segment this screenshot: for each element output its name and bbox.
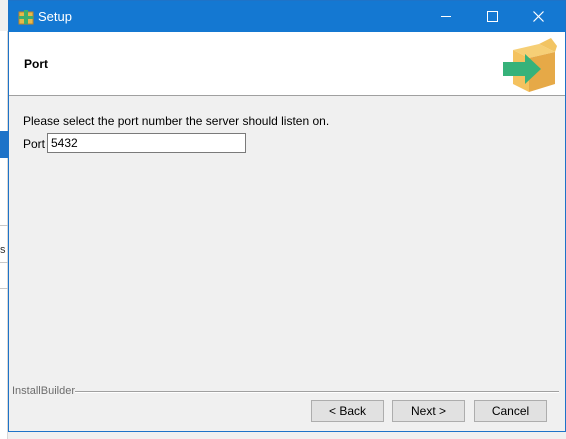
background-divider <box>0 225 8 226</box>
background-window <box>0 31 8 439</box>
installbuilder-label: InstallBuilder <box>12 385 75 397</box>
setup-window: Setup Port Please select the port number… <box>8 0 566 432</box>
next-button[interactable]: Next > <box>392 400 465 422</box>
title-bar[interactable]: Setup <box>9 1 565 32</box>
background-selected-item <box>0 131 8 158</box>
page-header: Port <box>9 32 565 96</box>
minimize-icon <box>441 16 451 17</box>
close-icon <box>532 11 544 22</box>
background-divider <box>0 262 8 263</box>
window-title: Setup <box>38 9 72 24</box>
maximize-icon <box>486 11 498 22</box>
port-label: Port <box>23 137 46 151</box>
port-prompt: Please select the port number the server… <box>23 114 330 128</box>
cancel-button[interactable]: Cancel <box>474 400 547 422</box>
port-input[interactable] <box>47 133 246 153</box>
installer-box-arrow-icon <box>503 38 557 92</box>
background-text: s <box>0 244 6 256</box>
back-button[interactable]: < Back <box>311 400 384 422</box>
page-title: Port <box>24 57 48 71</box>
maximize-button[interactable] <box>469 1 515 32</box>
close-button[interactable] <box>515 1 561 32</box>
minimize-button[interactable] <box>423 1 469 32</box>
footer-divider <box>75 391 559 393</box>
background-divider <box>0 288 8 289</box>
setup-app-icon <box>18 10 34 25</box>
